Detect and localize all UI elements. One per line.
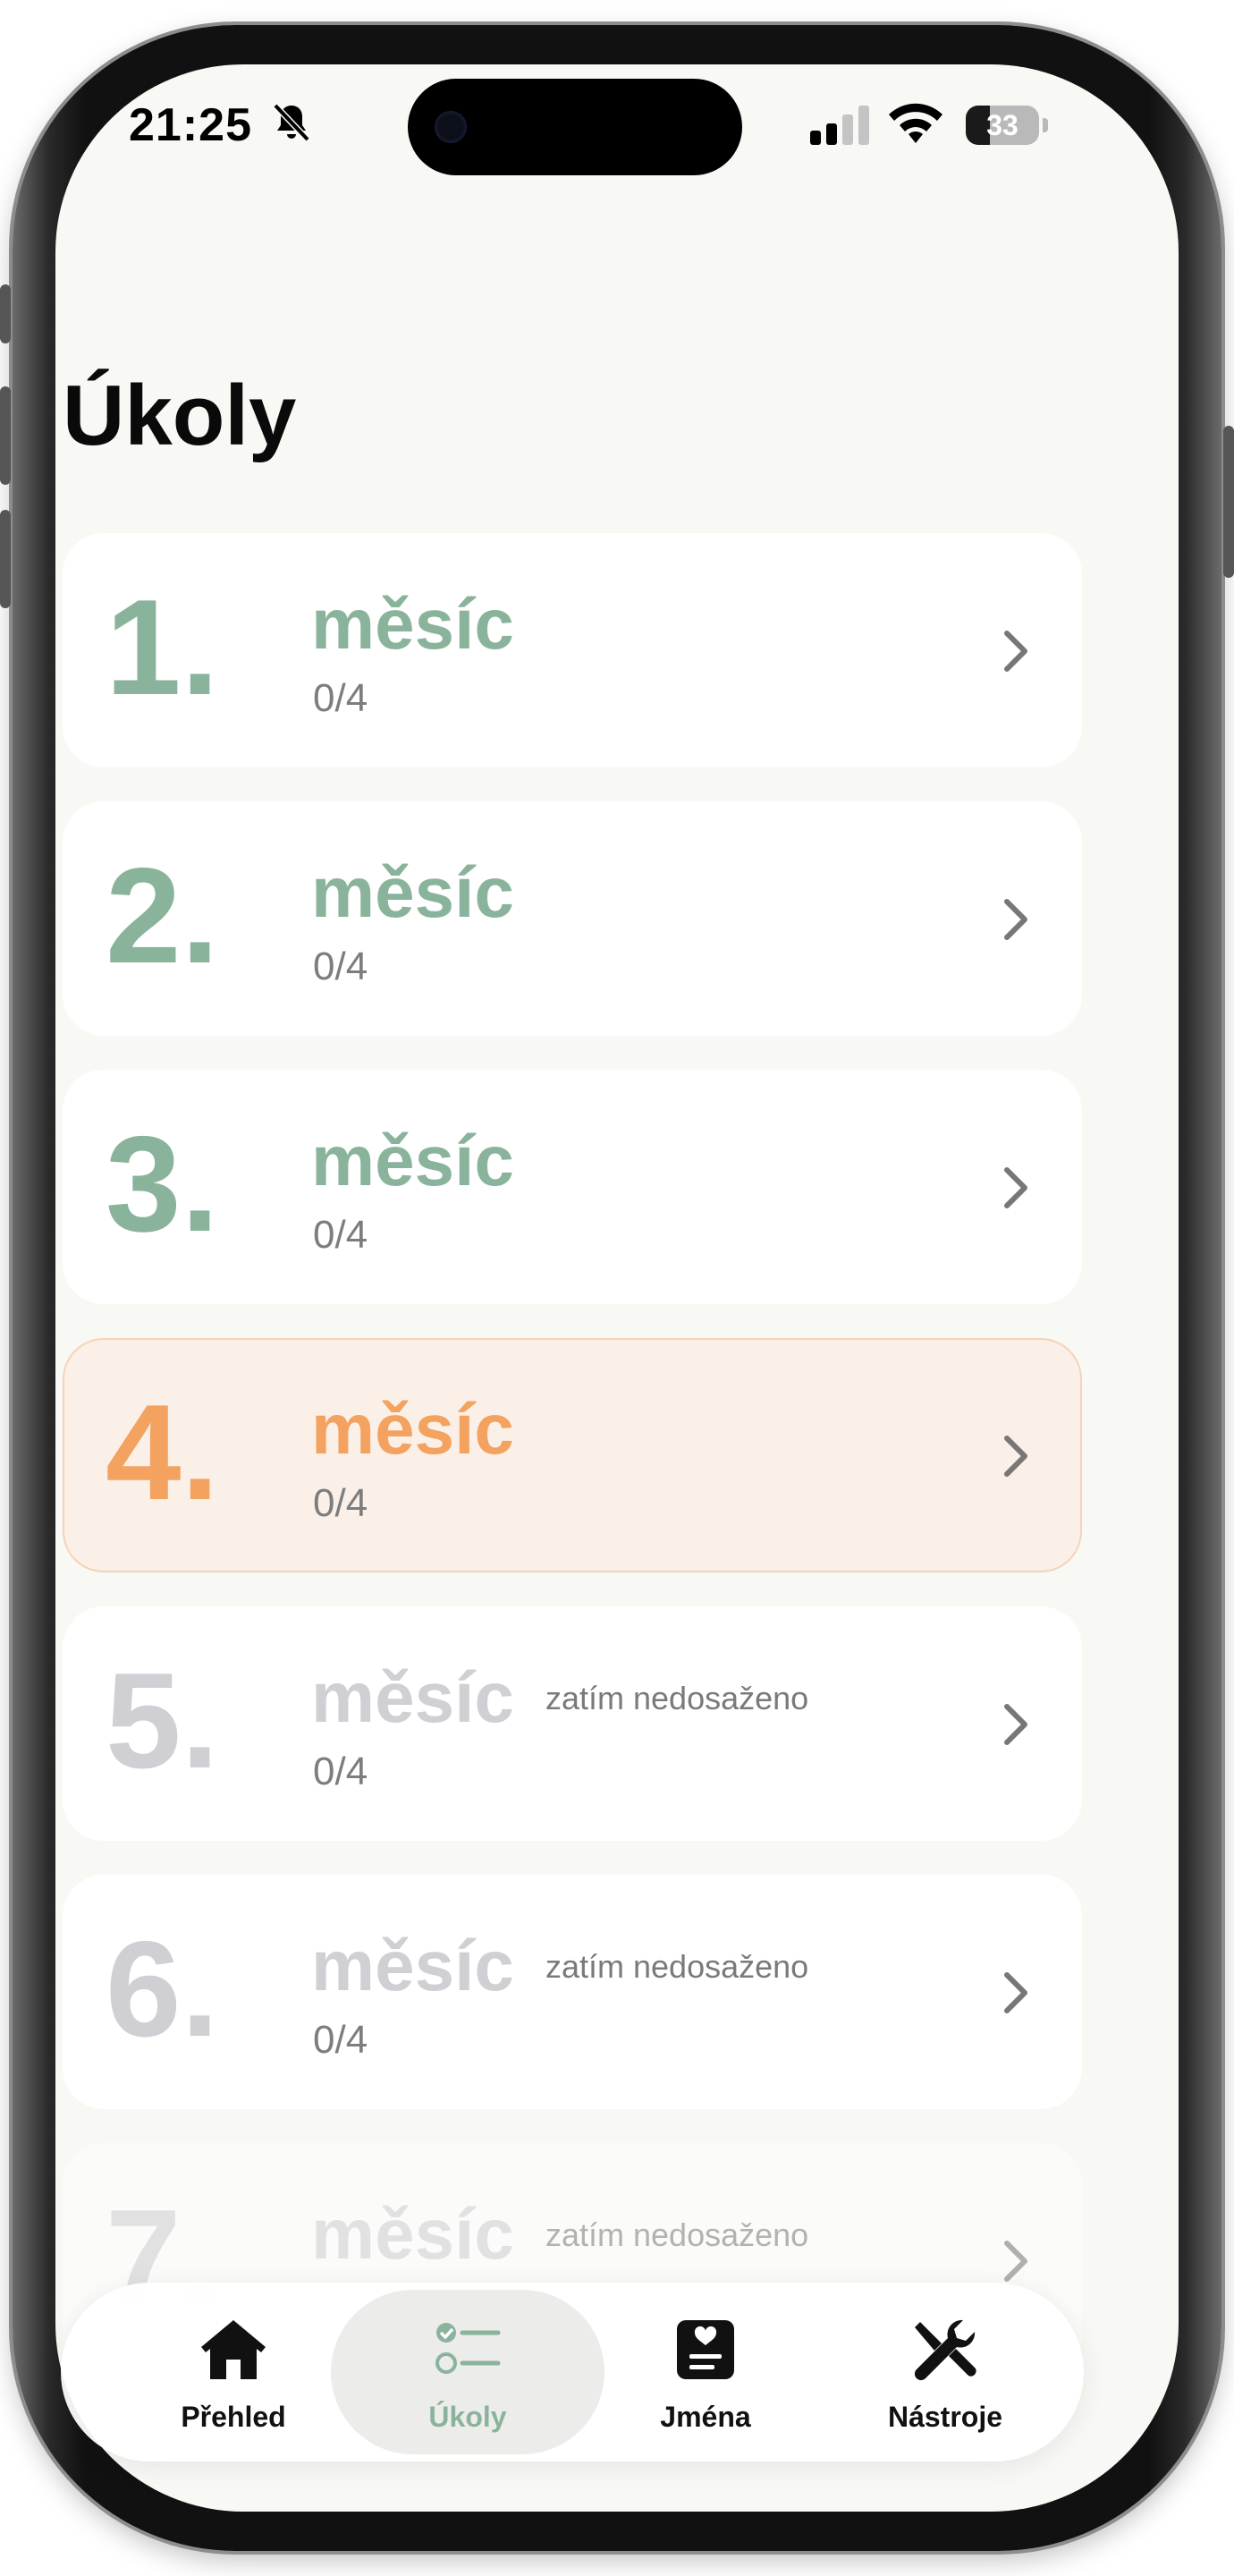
tab-overview[interactable]: Přehled <box>97 2290 370 2454</box>
month-progress: 0/4 <box>313 1481 368 1525</box>
month-card[interactable]: 2. měsíc 0/4 <box>63 801 1082 1036</box>
front-camera <box>435 111 467 143</box>
month-number: 1. <box>106 572 219 724</box>
month-number: 3. <box>106 1108 219 1260</box>
battery-indicator: 33 <box>966 106 1048 145</box>
power-button <box>1223 426 1234 578</box>
tab-names[interactable]: Jména <box>569 2290 842 2454</box>
cellular-signal-icon <box>810 106 869 145</box>
tab-bar: Přehled Úkoly Jména Nástroje <box>61 2283 1084 2462</box>
month-progress: 0/4 <box>313 1750 368 1793</box>
month-title: měsíc <box>311 2194 514 2274</box>
month-card[interactable]: 4. měsíc 0/4 <box>63 1338 1082 1572</box>
month-status-note: zatím nedosaženo <box>545 1948 809 1985</box>
month-number: 5. <box>106 1645 219 1797</box>
month-number: 4. <box>106 1377 219 1529</box>
chevron-right-icon <box>1004 1436 1027 1477</box>
month-card[interactable]: 6. měsíc zatím nedosaženo 0/4 <box>63 1875 1082 2109</box>
month-card[interactable]: 5. měsíc zatím nedosaženo 0/4 <box>63 1606 1082 1841</box>
checklist-icon <box>435 2323 501 2374</box>
month-number: 2. <box>106 840 219 992</box>
tools-icon <box>914 2319 976 2381</box>
month-title: měsíc <box>311 1657 514 1737</box>
month-number: 6. <box>106 1913 219 2065</box>
month-status-note: zatím nedosaženo <box>545 1680 809 1716</box>
volume-up-button <box>0 386 11 485</box>
volume-down-button <box>0 510 11 608</box>
month-title: měsíc <box>311 1121 514 1200</box>
month-title: měsíc <box>311 584 514 664</box>
dynamic-island <box>408 79 742 175</box>
tab-tools[interactable]: Nástroje <box>808 2290 1082 2454</box>
chevron-right-icon <box>1004 899 1027 940</box>
tab-label: Přehled <box>181 2401 286 2433</box>
month-list: 1. měsíc 0/4 2. měsíc 0/4 3. měsíc 0/4 4. měsíc 0/4… <box>63 533 1082 2411</box>
month-title: měsíc <box>311 1389 514 1469</box>
chevron-right-icon <box>1004 1972 1027 2013</box>
bell-muted-icon <box>273 103 310 142</box>
chevron-right-icon <box>1004 631 1027 672</box>
month-progress: 0/4 <box>313 676 368 720</box>
tab-tasks[interactable]: Úkoly <box>331 2290 604 2454</box>
month-progress: 0/4 <box>313 945 368 988</box>
chevron-right-icon <box>1004 2241 1027 2282</box>
page-title: Úkoly <box>63 368 297 463</box>
tab-label: Úkoly <box>428 2401 507 2433</box>
house-icon <box>201 2320 266 2379</box>
chevron-right-icon <box>1004 1704 1027 1745</box>
tab-label: Nástroje <box>887 2401 1003 2433</box>
status-time: 21:25 <box>129 99 252 151</box>
month-card[interactable]: 3. měsíc 0/4 <box>63 1070 1082 1304</box>
month-card[interactable]: 1. měsíc 0/4 <box>63 533 1082 767</box>
month-title: měsíc <box>311 1926 514 2005</box>
chevron-right-icon <box>1004 1167 1027 1208</box>
action-button <box>0 284 11 343</box>
month-title: měsíc <box>311 852 514 932</box>
tab-label: Jména <box>660 2401 751 2433</box>
battery-percentage: 33 <box>986 109 1018 141</box>
month-status-note: zatím nedosaženo <box>545 2216 809 2253</box>
month-progress: 0/4 <box>313 1213 368 1257</box>
name-card-icon <box>677 2320 734 2379</box>
month-progress: 0/4 <box>313 2018 368 2062</box>
wifi-icon <box>889 103 942 143</box>
